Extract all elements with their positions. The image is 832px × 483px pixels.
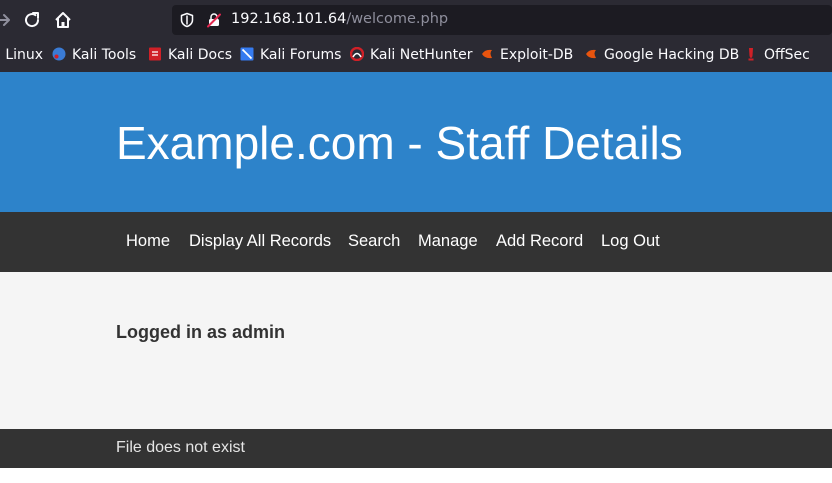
- url-host: 192.168.101.64: [231, 11, 347, 27]
- kali-forums-icon: [240, 47, 254, 61]
- reload-icon[interactable]: [22, 10, 42, 30]
- nav-home-link[interactable]: Home: [126, 232, 170, 251]
- bookmark-kali-linux[interactable]: i Linux: [0, 47, 43, 63]
- kali-nethunter-icon: [350, 47, 364, 61]
- bookmark-label: i Linux: [0, 47, 44, 63]
- browser-toolbar: 192.168.101.64/welcome.php: [0, 0, 832, 40]
- offsec-icon: [748, 48, 754, 61]
- kali-docs-icon: [149, 47, 161, 61]
- address-bar[interactable]: 192.168.101.64/welcome.php: [172, 5, 832, 35]
- bookmark-label: Google Hacking DB: [604, 47, 740, 63]
- insecure-lock-icon[interactable]: [206, 12, 222, 28]
- browser-chrome: 192.168.101.64/welcome.php i Linux Kali …: [0, 0, 832, 72]
- bookmark-label: Kali NetHunter: [370, 47, 473, 63]
- nav-search-link[interactable]: Search: [348, 232, 400, 251]
- kali-tools-icon: [52, 47, 66, 61]
- google-hacking-db-icon: [586, 49, 596, 59]
- bookmark-kali-forums[interactable]: Kali Forums: [240, 47, 341, 63]
- forward-arrow-icon[interactable]: [0, 10, 14, 30]
- nav-add-record-link[interactable]: Add Record: [496, 232, 583, 251]
- bookmark-label: Kali Tools: [72, 47, 137, 63]
- exploit-db-icon: [482, 49, 492, 59]
- shield-icon[interactable]: [179, 12, 195, 28]
- site-footer: File does not exist: [0, 429, 832, 468]
- bookmark-label: OffSec: [764, 47, 810, 63]
- bookmark-exploit-db[interactable]: Exploit-DB: [480, 47, 573, 63]
- page-title: Example.com - Staff Details: [116, 117, 683, 169]
- nav-display-all-records-link[interactable]: Display All Records: [189, 232, 331, 251]
- bookmark-offsec[interactable]: OffSec: [744, 47, 810, 63]
- bookmark-label: Kali Forums: [260, 47, 342, 63]
- home-icon[interactable]: [53, 10, 73, 30]
- url-text[interactable]: 192.168.101.64/welcome.php: [231, 11, 448, 27]
- bookmark-google-hacking-db[interactable]: Google Hacking DB: [584, 47, 739, 63]
- site-header: Example.com - Staff Details: [0, 72, 832, 212]
- nav-log-out-link[interactable]: Log Out: [601, 232, 660, 251]
- bookmark-kali-tools[interactable]: Kali Tools: [52, 47, 136, 63]
- bookmark-kali-docs[interactable]: Kali Docs: [148, 47, 232, 63]
- url-path: /welcome.php: [346, 11, 449, 27]
- bookmark-kali-nethunter[interactable]: Kali NetHunter: [350, 47, 472, 63]
- main-navigation: Home Display All Records Search Manage A…: [0, 212, 832, 272]
- web-page: Example.com - Staff Details Home Display…: [0, 72, 832, 483]
- bookmark-label: Exploit-DB: [500, 47, 574, 63]
- bookmarks-toolbar: i Linux Kali Tools Kali Docs Kali Forums: [0, 42, 832, 70]
- nav-manage-link[interactable]: Manage: [418, 232, 478, 251]
- bookmark-label: Kali Docs: [168, 47, 233, 63]
- login-status-text: Logged in as admin: [116, 322, 286, 342]
- footer-message: File does not exist: [116, 439, 245, 456]
- main-content: Logged in as admin: [0, 272, 832, 429]
